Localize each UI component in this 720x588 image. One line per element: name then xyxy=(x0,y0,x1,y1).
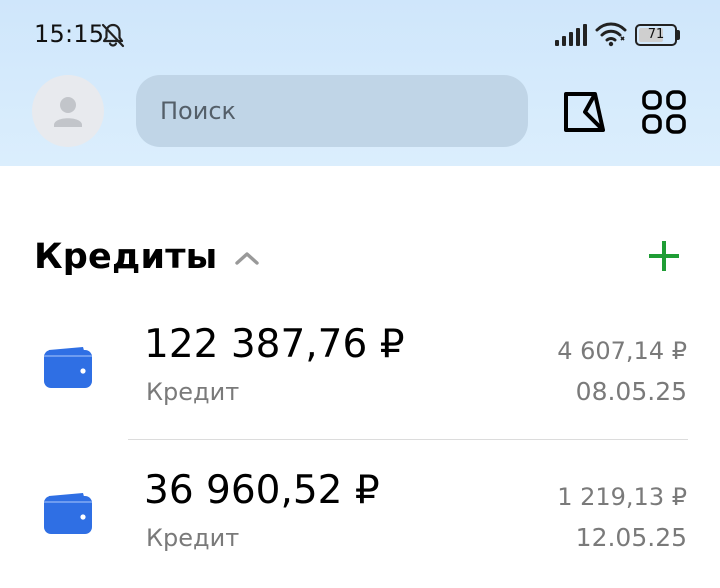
loan-payment: 1 219,13 ₽ xyxy=(557,483,687,511)
battery-icon: 71 xyxy=(635,24,681,46)
section-title: Кредиты xyxy=(34,237,218,277)
search-input[interactable] xyxy=(160,75,510,147)
loan-date: 08.05.25 xyxy=(575,377,687,406)
wifi-icon xyxy=(595,21,627,51)
battery-level: 71 xyxy=(647,27,665,42)
header: 15:15 71 Поиск xyxy=(0,0,720,166)
section-header-credits[interactable]: Кредиты xyxy=(34,232,260,282)
loan-amount: 36 960,52 ₽ xyxy=(144,468,380,513)
status-bar: 15:15 71 xyxy=(0,0,720,70)
loan-type: Кредит xyxy=(146,378,240,406)
chevron-up-icon[interactable] xyxy=(234,250,260,266)
grid-icon xyxy=(642,90,686,134)
signal-icon xyxy=(555,24,587,50)
flag-button[interactable] xyxy=(561,90,607,134)
battery-body: 71 xyxy=(635,24,677,46)
status-time: 15:15 xyxy=(34,20,105,48)
plus-icon xyxy=(649,241,679,271)
battery-cap xyxy=(677,30,680,40)
add-credit-button[interactable] xyxy=(646,238,682,274)
flag-icon xyxy=(564,92,605,132)
list-divider xyxy=(128,439,688,440)
bell-off-icon xyxy=(100,22,126,52)
wallet-icon xyxy=(44,347,92,388)
wallet-icon xyxy=(44,493,92,534)
loan-amount: 122 387,76 ₽ xyxy=(144,322,405,367)
apps-grid-button[interactable] xyxy=(642,90,686,134)
search-box[interactable] xyxy=(136,75,528,147)
avatar[interactable] xyxy=(32,75,104,147)
loan-payment: 4 607,14 ₽ xyxy=(557,337,687,365)
loan-date: 12.05.25 xyxy=(575,523,687,552)
person-icon xyxy=(54,97,82,127)
loan-item[interactable]: 122 387,76 ₽ Кредит 4 607,14 ₽ 08.05.25 xyxy=(0,312,720,442)
loan-type: Кредит xyxy=(146,524,240,552)
loan-item[interactable]: 36 960,52 ₽ Кредит 1 219,13 ₽ 12.05.25 xyxy=(0,458,720,588)
